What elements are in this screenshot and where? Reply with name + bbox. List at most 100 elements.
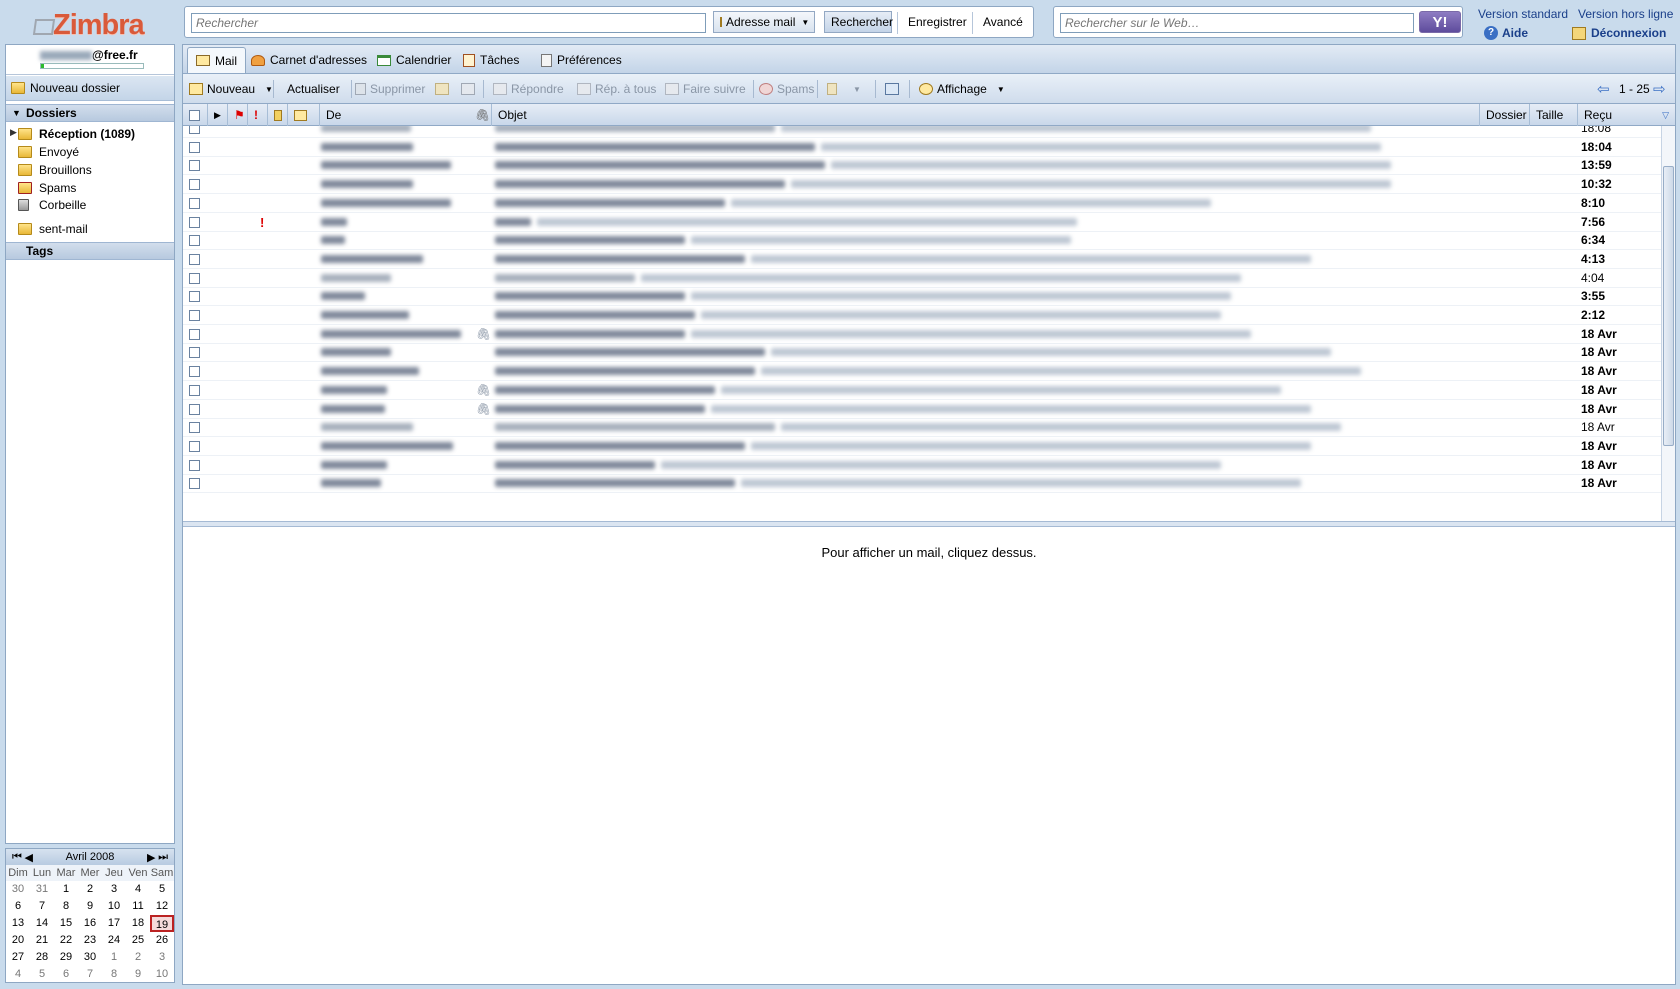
pane-splitter[interactable] <box>183 521 1675 527</box>
prev-month-icon[interactable]: ◀ <box>25 851 33 864</box>
search-input[interactable] <box>191 13 706 33</box>
calendar-day[interactable]: 3 <box>102 881 126 898</box>
tab-calendar[interactable]: Calendrier <box>369 47 459 73</box>
calendar-day[interactable]: 10 <box>150 966 174 983</box>
calendar-day[interactable]: 1 <box>102 949 126 966</box>
calendar-day[interactable]: 5 <box>30 966 54 983</box>
message-checkbox[interactable] <box>189 440 200 452</box>
calendar-day[interactable]: 3 <box>150 949 174 966</box>
next-year-icon[interactable]: ⏭ <box>158 851 168 864</box>
reply-button[interactable]: Répondre <box>493 79 564 99</box>
folder-drafts[interactable]: Brouillons <box>18 161 92 179</box>
calendar-day[interactable]: 17 <box>102 915 126 932</box>
calendar-day[interactable]: 19 <box>150 915 174 932</box>
calendar-day[interactable]: 4 <box>126 881 150 898</box>
calendar-day[interactable]: 23 <box>78 932 102 949</box>
message-checkbox[interactable] <box>189 366 200 378</box>
message-checkbox[interactable] <box>189 160 200 172</box>
prev-page-arrow-icon[interactable]: ⇦ <box>1597 79 1610 99</box>
chevron-down-icon[interactable]: ▼ <box>265 85 273 94</box>
calendar-day[interactable]: 1 <box>54 881 78 898</box>
calendar-day[interactable]: 11 <box>126 898 150 915</box>
folder-inbox[interactable]: Réception (1089) <box>18 125 135 143</box>
message-checkbox[interactable] <box>189 272 200 284</box>
message-checkbox[interactable] <box>189 310 200 321</box>
message-row[interactable]: 18 Avr <box>183 473 1661 494</box>
next-month-icon[interactable]: ▶ <box>147 851 155 864</box>
message-checkbox[interactable] <box>189 216 200 228</box>
tags-header[interactable]: Tags <box>6 242 174 260</box>
received-col-header[interactable]: Reçu ▽ <box>1577 104 1675 126</box>
message-checkbox[interactable] <box>189 179 200 191</box>
message-row[interactable]: 18 Avr <box>183 342 1661 363</box>
calendar-day[interactable]: 6 <box>54 966 78 983</box>
message-checkbox[interactable] <box>189 328 200 340</box>
message-row[interactable]: 4:04 <box>183 268 1661 288</box>
advanced-search-button[interactable]: Avancé <box>977 11 1029 33</box>
calendar-day[interactable]: 7 <box>78 966 102 983</box>
message-checkbox[interactable] <box>189 347 200 359</box>
folder-sent-mail[interactable]: sent-mail <box>18 220 88 238</box>
message-list-scrollbar[interactable] <box>1661 126 1675 521</box>
refresh-button[interactable]: Actualiser <box>287 79 340 99</box>
message-row[interactable]: 2:12 <box>183 305 1661 325</box>
expand-col[interactable]: ▶ <box>207 104 227 126</box>
calendar-day[interactable]: 7 <box>30 898 54 915</box>
calendar-day[interactable]: 14 <box>30 915 54 932</box>
detach-button[interactable] <box>885 79 903 99</box>
flag-col[interactable]: ⚑ <box>227 104 247 126</box>
message-checkbox[interactable] <box>189 126 200 134</box>
new-folder-button[interactable]: Nouveau dossier <box>6 75 174 101</box>
calendar-day[interactable]: 16 <box>78 915 102 932</box>
tab-mail[interactable]: Mail <box>187 47 247 73</box>
message-row[interactable]: 18 Avr <box>183 361 1661 382</box>
message-checkbox[interactable] <box>189 197 200 209</box>
calendar-day[interactable]: 29 <box>54 949 78 966</box>
message-checkbox[interactable] <box>189 459 200 471</box>
calendar-day[interactable]: 18 <box>126 915 150 932</box>
attachment-col[interactable]: 🖇 <box>469 104 490 126</box>
offline-version-link[interactable]: Version hors ligne <box>1578 7 1673 21</box>
message-row[interactable]: 13:59 <box>183 155 1661 176</box>
tab-tasks[interactable]: Tâches <box>455 47 527 73</box>
calendar-day[interactable]: 8 <box>102 966 126 983</box>
folder-spam[interactable]: Spams <box>18 179 76 197</box>
standard-version-link[interactable]: Version standard <box>1478 7 1568 21</box>
view-button[interactable]: Affichage ▼ <box>919 79 1005 99</box>
calendar-day[interactable]: 9 <box>126 966 150 983</box>
message-row[interactable]: 10:32 <box>183 174 1661 195</box>
message-checkbox[interactable] <box>189 141 200 153</box>
message-row[interactable]: 8:10 <box>183 193 1661 213</box>
calendar-day[interactable]: 26 <box>150 932 174 949</box>
forward-button[interactable]: Faire suivre <box>665 79 746 99</box>
calendar-day[interactable]: 6 <box>6 898 30 915</box>
message-row[interactable]: 🖇 18 Avr <box>183 324 1661 344</box>
calendar-day[interactable]: 15 <box>54 915 78 932</box>
print-button[interactable] <box>461 79 479 99</box>
calendar-day[interactable]: 13 <box>6 915 30 932</box>
help-link[interactable]: ? Aide <box>1484 26 1528 40</box>
message-row[interactable]: ! 7:56 <box>183 212 1661 232</box>
logout-link[interactable]: Déconnexion <box>1572 26 1666 40</box>
select-all-checkbox[interactable] <box>189 109 200 121</box>
message-checkbox[interactable] <box>189 403 200 415</box>
calendar-day[interactable]: 21 <box>30 932 54 949</box>
next-page-arrow-icon[interactable]: ⇨ <box>1653 79 1666 99</box>
calendar-day[interactable]: 25 <box>126 932 150 949</box>
expand-triangle-icon[interactable]: ▶ <box>10 127 17 138</box>
calendar-day[interactable]: 4 <box>6 966 30 983</box>
reply-all-button[interactable]: Rép. à tous <box>577 79 656 99</box>
message-checkbox[interactable] <box>189 253 200 265</box>
message-row[interactable]: 4:13 <box>183 249 1661 269</box>
calendar-day[interactable]: 2 <box>78 881 102 898</box>
calendar-day[interactable]: 10 <box>102 898 126 915</box>
calendar-day[interactable]: 24 <box>102 932 126 949</box>
search-scope-dropdown[interactable]: Adresse mail ▼ <box>713 11 815 33</box>
message-row[interactable]: 18 Avr <box>183 417 1661 438</box>
folder-sent[interactable]: Envoyé <box>18 143 79 161</box>
message-checkbox[interactable] <box>189 478 200 490</box>
tag-col[interactable] <box>267 104 287 126</box>
message-row[interactable]: 6:34 <box>183 230 1661 251</box>
message-row[interactable]: 18 Avr <box>183 455 1661 475</box>
priority-col[interactable]: ! <box>247 104 267 126</box>
